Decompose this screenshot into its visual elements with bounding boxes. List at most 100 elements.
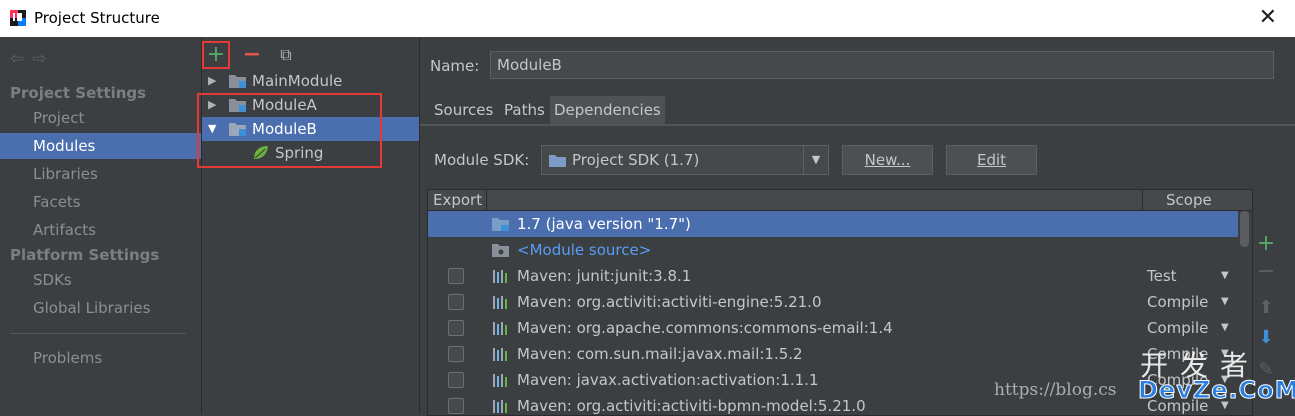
export-checkbox[interactable] xyxy=(448,294,464,310)
nav-divider xyxy=(10,333,186,334)
module-sdk-value: Project SDK (1.7) xyxy=(572,151,700,169)
maven-library-icon xyxy=(493,322,507,335)
export-checkbox[interactable] xyxy=(448,398,464,414)
name-field[interactable]: ModuleB xyxy=(490,51,1274,79)
module-folder-icon xyxy=(229,99,246,112)
tree-node-label: Spring xyxy=(275,144,324,162)
nav-item-modules[interactable]: Modules xyxy=(0,133,201,159)
table-row[interactable]: Maven: org.activiti:activiti-bpmn-model:… xyxy=(428,393,1238,415)
dependency-name: 1.7 (java version "1.7") xyxy=(517,215,691,233)
add-dependency-icon[interactable]: + xyxy=(1256,231,1276,256)
column-separator xyxy=(486,190,487,210)
module-sdk-label: Module SDK: xyxy=(434,151,530,169)
tree-node-label: MainModule xyxy=(252,72,343,90)
table-row[interactable]: Maven: junit:junit:3.8.1 Test ▼ xyxy=(428,263,1238,289)
table-row[interactable]: Maven: org.activiti:activiti-engine:5.21… xyxy=(428,289,1238,315)
nav-item-artifacts[interactable]: Artifacts xyxy=(0,217,201,243)
maven-library-icon xyxy=(493,270,507,283)
close-icon[interactable]: ✕ xyxy=(1259,5,1277,30)
dependency-name: Maven: junit:junit:3.8.1 xyxy=(517,267,692,285)
add-icon[interactable]: + xyxy=(202,41,230,69)
nav-item-sdks[interactable]: SDKs xyxy=(0,267,201,293)
title-bar: Project Structure ✕ xyxy=(0,0,1295,37)
tree-node-spring[interactable]: Spring xyxy=(202,141,419,165)
nav-item-facets[interactable]: Facets xyxy=(0,189,201,215)
scope-value[interactable]: Compile xyxy=(1147,315,1208,341)
watermark-logo: 开发者 DevZe.CoM xyxy=(1138,344,1295,412)
remove-icon[interactable]: − xyxy=(238,41,266,69)
jdk-folder-icon xyxy=(492,218,509,231)
name-label: Name: xyxy=(430,57,480,75)
dependency-name: Maven: com.sun.mail:javax.mail:1.5.2 xyxy=(517,345,803,363)
nav-item-problems[interactable]: Problems xyxy=(0,345,201,371)
column-scope[interactable]: Scope xyxy=(1166,190,1212,210)
dependency-name: Maven: org.apache.commons:commons-email:… xyxy=(517,319,893,337)
nav-item-project[interactable]: Project xyxy=(0,105,201,131)
export-checkbox[interactable] xyxy=(448,372,464,388)
copy-icon[interactable]: ⧉ xyxy=(272,41,300,69)
module-folder-icon xyxy=(229,123,246,136)
scope-value[interactable]: Test xyxy=(1147,263,1177,289)
tab-sources[interactable]: Sources xyxy=(430,96,497,124)
dependency-name: Maven: javax.activation:activation:1.1.1 xyxy=(517,371,819,389)
tree-node-modulea[interactable]: ▶ ModuleA xyxy=(202,93,419,117)
scope-value[interactable]: Compile xyxy=(1147,289,1208,315)
watermark-url: https://blog.cs xyxy=(994,380,1117,400)
nav-arrows: ⇦⇨ xyxy=(10,49,55,69)
maven-library-icon xyxy=(493,296,507,309)
scope-dropdown-icon[interactable]: ▼ xyxy=(1221,289,1229,315)
export-checkbox[interactable] xyxy=(448,268,464,284)
tree-node-label: ModuleB xyxy=(252,120,317,138)
table-row[interactable]: <Module source> xyxy=(428,237,1238,263)
module-folder-icon xyxy=(229,75,246,88)
module-source-folder-icon xyxy=(492,244,509,257)
tab-underline xyxy=(420,124,1295,126)
watermark-logo-en: DevZe.CoM xyxy=(1138,376,1295,405)
intellij-app-icon xyxy=(10,10,26,26)
maven-library-icon xyxy=(493,400,507,413)
export-checkbox[interactable] xyxy=(448,346,464,362)
tree-node-label: ModuleA xyxy=(252,96,317,114)
table-row[interactable]: Maven: org.apache.commons:commons-email:… xyxy=(428,315,1238,341)
table-row[interactable]: Maven: com.sun.mail:javax.mail:1.5.2 Com… xyxy=(428,341,1238,367)
new-sdk-button[interactable]: New... xyxy=(842,145,933,175)
collapsed-caret-icon[interactable]: ▶ xyxy=(208,69,216,93)
settings-nav: ⇦⇨ Project Settings Project Modules Libr… xyxy=(0,37,202,414)
dependency-name: <Module source> xyxy=(517,241,652,259)
column-export[interactable]: Export xyxy=(433,190,482,210)
tree-node-mainmodule[interactable]: ▶ MainModule xyxy=(202,69,419,93)
scope-dropdown-icon[interactable]: ▼ xyxy=(1221,263,1229,289)
window-title: Project Structure xyxy=(34,9,160,27)
column-separator xyxy=(1142,190,1143,210)
nav-item-libraries[interactable]: Libraries xyxy=(0,161,201,187)
tree-node-moduleb[interactable]: ▼ ModuleB xyxy=(202,117,419,141)
maven-library-icon xyxy=(493,348,507,361)
edit-sdk-button[interactable]: Edit xyxy=(946,145,1037,175)
move-up-icon[interactable]: ⬆ xyxy=(1256,297,1276,318)
maven-library-icon xyxy=(493,374,507,387)
collapsed-caret-icon[interactable]: ▶ xyxy=(208,93,216,117)
module-tree: + − ⧉ ▶ MainModule ▶ ModuleA ▼ ModuleB S… xyxy=(197,37,420,414)
expanded-caret-icon[interactable]: ▼ xyxy=(208,117,216,141)
nav-item-global-libraries[interactable]: Global Libraries xyxy=(0,295,201,321)
forward-arrow-icon[interactable]: ⇨ xyxy=(32,49,54,69)
section-platform-settings: Platform Settings xyxy=(10,246,160,264)
tab-paths[interactable]: Paths xyxy=(500,96,549,124)
export-checkbox[interactable] xyxy=(448,320,464,336)
tab-dependencies[interactable]: Dependencies xyxy=(550,96,665,124)
table-row[interactable]: Maven: javax.activation:activation:1.1.1… xyxy=(428,367,1238,393)
dropdown-arrow-icon[interactable]: ▼ xyxy=(803,146,828,174)
dependencies-table: Export Scope 1.7 (java version "1.7") <M… xyxy=(427,189,1253,416)
back-arrow-icon[interactable]: ⇦ xyxy=(10,49,32,69)
module-sdk-select[interactable]: Project SDK (1.7) ▼ xyxy=(541,145,829,175)
dependency-name: Maven: org.activiti:activiti-bpmn-model:… xyxy=(517,397,866,415)
scrollbar-thumb[interactable] xyxy=(1240,211,1249,247)
remove-dependency-icon[interactable]: − xyxy=(1256,259,1276,284)
spring-leaf-icon xyxy=(254,146,268,159)
dependency-name: Maven: org.activiti:activiti-engine:5.21… xyxy=(517,293,822,311)
table-row[interactable]: 1.7 (java version "1.7") xyxy=(428,211,1238,237)
sdk-folder-icon xyxy=(549,155,566,167)
section-project-settings: Project Settings xyxy=(10,84,147,102)
table-header: Export Scope xyxy=(428,190,1252,211)
scope-dropdown-icon[interactable]: ▼ xyxy=(1221,315,1229,341)
